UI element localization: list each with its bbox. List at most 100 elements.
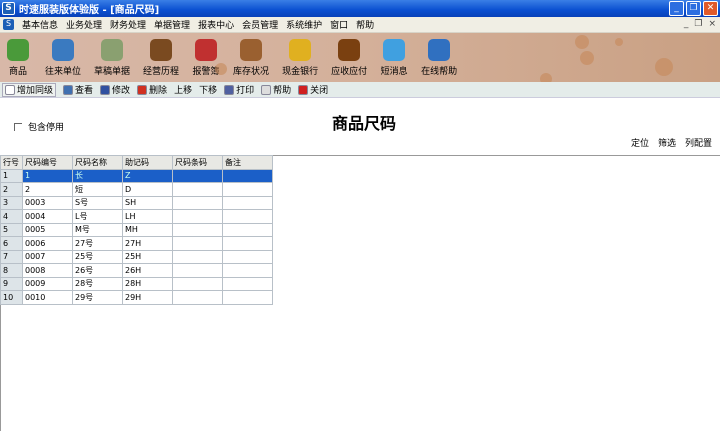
table-cell[interactable]: 4: [0, 209, 23, 224]
locate-link[interactable]: 定位: [631, 136, 649, 149]
table-row[interactable]: 7 0007 25号 25H: [0, 249, 273, 264]
close-button[interactable]: ✕: [703, 1, 718, 16]
table-cell[interactable]: 0009: [22, 276, 73, 291]
table-cell[interactable]: 0005: [22, 222, 73, 237]
menu-documents[interactable]: 单据管理: [150, 18, 194, 31]
menu-reports[interactable]: 报表中心: [194, 18, 238, 31]
table-cell[interactable]: [222, 209, 273, 224]
toolbar-button-5[interactable]: 库存状况: [233, 39, 269, 77]
action-button-1[interactable]: 查看: [63, 83, 93, 96]
table-cell[interactable]: LH: [122, 209, 173, 224]
table-cell[interactable]: 26H: [122, 263, 173, 278]
table-cell[interactable]: 0008: [22, 263, 73, 278]
action-button-7[interactable]: 帮助: [261, 83, 291, 96]
table-cell[interactable]: [172, 290, 223, 305]
menu-window[interactable]: 窗口: [326, 18, 352, 31]
table-cell[interactable]: [172, 182, 223, 197]
table-cell[interactable]: 短: [72, 182, 123, 197]
table-row[interactable]: 6 0006 27号 27H: [0, 236, 273, 251]
table-cell[interactable]: [172, 209, 223, 224]
minimize-button[interactable]: _: [669, 1, 684, 16]
table-row[interactable]: 10 0010 29号 29H: [0, 290, 273, 305]
table-cell[interactable]: 25H: [122, 249, 173, 264]
table-cell[interactable]: [222, 249, 273, 264]
column-header[interactable]: 尺码条码: [172, 155, 223, 170]
table-cell[interactable]: 0006: [22, 236, 73, 251]
table-cell[interactable]: MH: [122, 222, 173, 237]
table-cell[interactable]: 9: [0, 276, 23, 291]
column-header[interactable]: 备注: [222, 155, 273, 170]
table-cell[interactable]: [172, 168, 223, 183]
table-cell[interactable]: L号: [72, 209, 123, 224]
menu-business[interactable]: 业务处理: [62, 18, 106, 31]
table-cell[interactable]: Z: [122, 168, 173, 183]
toolbar-button-3[interactable]: 经营历程: [143, 39, 179, 77]
table-cell[interactable]: 3: [0, 195, 23, 210]
table-cell[interactable]: 2: [22, 182, 73, 197]
mdi-minimize-button[interactable]: _: [684, 19, 689, 29]
table-row[interactable]: 4 0004 L号 LH: [0, 209, 273, 224]
table-row[interactable]: 3 0003 S号 SH: [0, 195, 273, 210]
table-cell[interactable]: 28H: [122, 276, 173, 291]
table-cell[interactable]: [222, 290, 273, 305]
menu-basic-info[interactable]: 基本信息: [18, 18, 62, 31]
column-config-link[interactable]: 列配置: [685, 136, 712, 149]
action-button-4[interactable]: 上移: [174, 83, 192, 96]
table-cell[interactable]: 8: [0, 263, 23, 278]
mdi-close-button[interactable]: ×: [708, 19, 716, 29]
action-button-2[interactable]: 修改: [100, 83, 130, 96]
table-cell[interactable]: [172, 195, 223, 210]
table-cell[interactable]: [222, 236, 273, 251]
table-cell[interactable]: 29H: [122, 290, 173, 305]
table-cell[interactable]: M号: [72, 222, 123, 237]
table-cell[interactable]: [172, 222, 223, 237]
action-button-8[interactable]: 关闭: [298, 83, 328, 96]
table-cell[interactable]: 28号: [72, 276, 123, 291]
table-row[interactable]: 5 0005 M号 MH: [0, 222, 273, 237]
toolbar-button-6[interactable]: 现金银行: [282, 39, 318, 77]
table-cell[interactable]: 0003: [22, 195, 73, 210]
table-cell[interactable]: 长: [72, 168, 123, 183]
table-cell[interactable]: 0007: [22, 249, 73, 264]
menu-members[interactable]: 会员管理: [238, 18, 282, 31]
table-cell[interactable]: [172, 276, 223, 291]
table-row[interactable]: 11长Z: [0, 168, 273, 183]
column-header[interactable]: 助记码: [122, 155, 173, 170]
action-button-0[interactable]: 增加同级: [2, 82, 57, 97]
table-cell[interactable]: 1: [0, 168, 23, 183]
include-disabled-checkbox[interactable]: 包含停用: [14, 120, 64, 133]
table-cell[interactable]: 29号: [72, 290, 123, 305]
column-header[interactable]: 行号: [0, 155, 23, 170]
menu-system[interactable]: 系统维护: [282, 18, 326, 31]
column-header[interactable]: 尺码名称: [72, 155, 123, 170]
toolbar-button-0[interactable]: 商品: [4, 39, 32, 77]
checkbox-box[interactable]: [14, 122, 22, 131]
table-cell[interactable]: 10: [0, 290, 23, 305]
toolbar-button-8[interactable]: 短消息: [380, 39, 408, 77]
table-cell[interactable]: [222, 168, 273, 183]
table-cell[interactable]: D: [122, 182, 173, 197]
table-cell[interactable]: [222, 263, 273, 278]
table-cell[interactable]: SH: [122, 195, 173, 210]
menu-help[interactable]: 帮助: [352, 18, 378, 31]
restore-button[interactable]: ❐: [686, 1, 701, 16]
table-cell[interactable]: 25号: [72, 249, 123, 264]
action-button-5[interactable]: 下移: [199, 83, 217, 96]
toolbar-button-7[interactable]: 应收应付: [331, 39, 367, 77]
mdi-restore-button[interactable]: ❐: [694, 19, 702, 29]
table-cell[interactable]: 1: [22, 168, 73, 183]
table-cell[interactable]: 2: [0, 182, 23, 197]
table-cell[interactable]: 7: [0, 249, 23, 264]
table-cell[interactable]: [172, 236, 223, 251]
toolbar-button-1[interactable]: 往来单位: [45, 39, 81, 77]
filter-link[interactable]: 筛选: [658, 136, 676, 149]
table-cell[interactable]: [222, 182, 273, 197]
action-button-3[interactable]: 删除: [137, 83, 167, 96]
table-cell[interactable]: 27号: [72, 236, 123, 251]
table-cell[interactable]: 27H: [122, 236, 173, 251]
table-cell[interactable]: [172, 249, 223, 264]
table-cell[interactable]: S号: [72, 195, 123, 210]
menu-finance[interactable]: 财务处理: [106, 18, 150, 31]
table-cell[interactable]: 5: [0, 222, 23, 237]
table-cell[interactable]: [172, 263, 223, 278]
